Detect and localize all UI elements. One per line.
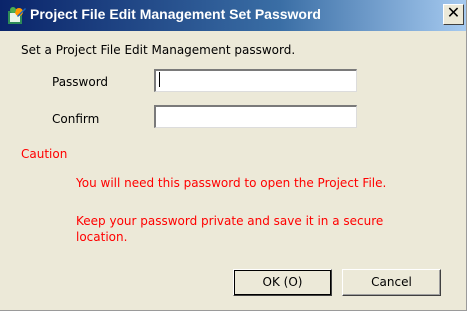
dialog-title: Project File Edit Management Set Passwor…: [30, 6, 321, 22]
close-icon: ✕: [446, 5, 461, 22]
password-input[interactable]: [154, 69, 357, 92]
text-caret: [159, 72, 160, 87]
password-label: Password: [52, 75, 109, 89]
set-password-dialog: Project File Edit Management Set Passwor…: [0, 0, 467, 311]
caution-message-2b: location.: [76, 230, 128, 244]
title-bar[interactable]: Project File Edit Management Set Passwor…: [0, 0, 466, 31]
caution-heading: Caution: [21, 147, 68, 161]
project-file-icon: [8, 7, 26, 24]
caution-message-1: You will need this password to open the …: [76, 176, 387, 190]
instruction-text: Set a Project File Edit Management passw…: [21, 43, 296, 57]
cancel-button[interactable]: Cancel: [342, 269, 441, 296]
confirm-label: Confirm: [52, 112, 100, 126]
close-button[interactable]: ✕: [443, 4, 464, 25]
ok-button[interactable]: OK (O): [233, 269, 332, 296]
caution-message-2a: Keep your password private and save it i…: [76, 214, 384, 228]
confirm-input[interactable]: [154, 105, 357, 128]
